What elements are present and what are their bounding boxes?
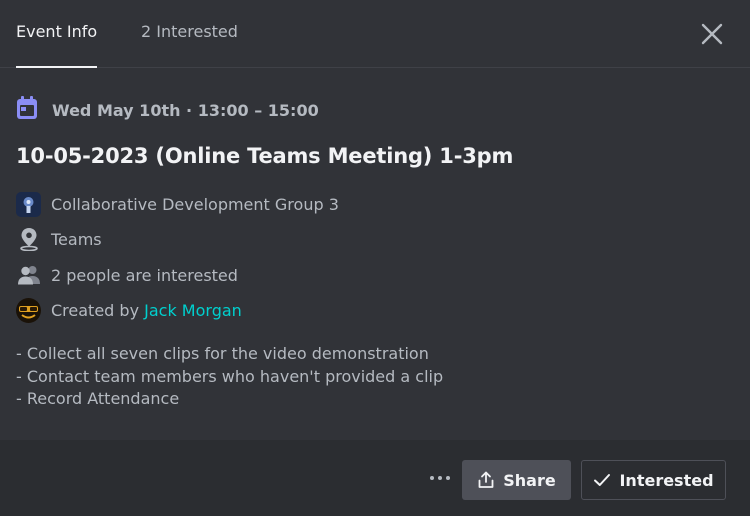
share-label: Share <box>503 470 556 490</box>
description-line: - Contact team members who haven't provi… <box>16 366 444 386</box>
calendar-icon <box>16 96 38 124</box>
event-server-name: Collaborative Development Group 3 <box>51 194 339 214</box>
description-line: - Record Attendance <box>16 389 180 408</box>
event-creator: Created by Jack Morgan <box>51 301 242 320</box>
event-interested-count: 2 people are interested <box>51 265 238 285</box>
share-icon <box>477 471 495 489</box>
event-location-row: Teams <box>16 226 102 252</box>
event-server-row: Collaborative Development Group 3 <box>16 191 339 217</box>
server-avatar <box>16 191 41 217</box>
event-interested-row: 2 people are interested <box>16 262 238 288</box>
location-pin-icon <box>16 227 41 252</box>
event-title: 10-05-2023 (Online Teams Meeting) 1-3pm <box>16 144 514 168</box>
creator-avatar[interactable] <box>16 297 41 323</box>
more-options-icon[interactable] <box>426 470 454 486</box>
event-datetime: Wed May 10th · 13:00 – 15:00 <box>52 100 319 120</box>
interested-button[interactable]: Interested <box>581 460 726 500</box>
event-location: Teams <box>51 229 102 249</box>
event-description: - Collect all seven clips for the video … <box>16 343 443 411</box>
share-button[interactable]: Share <box>462 460 571 500</box>
tab-event-info[interactable]: Event Info <box>16 22 98 68</box>
created-by-label: Created by <box>51 300 145 320</box>
tab-interested[interactable]: 2 Interested <box>141 22 238 42</box>
checkmark-icon <box>593 472 611 488</box>
modal-footer: Share Interested <box>0 440 750 516</box>
event-datetime-row: Wed May 10th · 13:00 – 15:00 <box>16 96 319 124</box>
creator-name-link[interactable]: Jack Morgan <box>144 301 242 320</box>
people-icon <box>16 263 41 288</box>
close-icon[interactable] <box>700 22 724 46</box>
event-creator-row: Created by Jack Morgan <box>16 297 242 323</box>
description-line: - Collect all seven clips for the video … <box>16 344 429 363</box>
modal-header: Event Info 2 Interested <box>0 0 750 68</box>
interested-label: Interested <box>619 470 714 490</box>
